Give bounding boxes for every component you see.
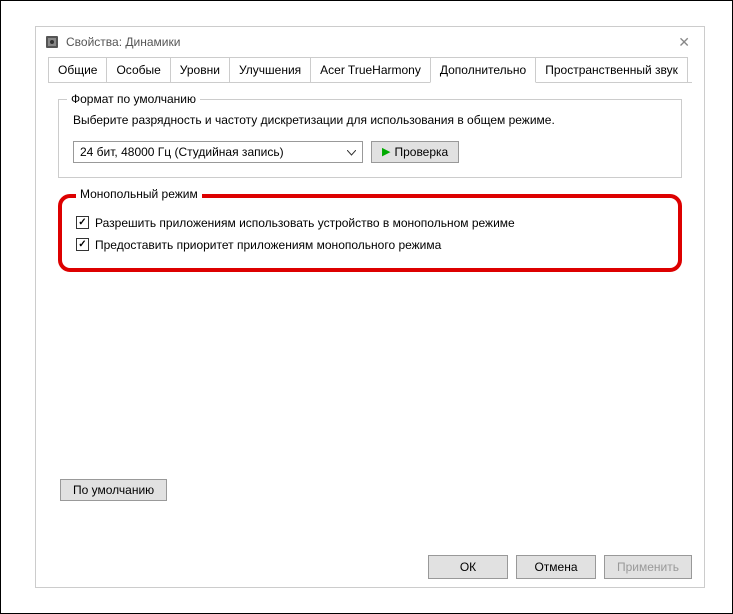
priority-exclusive-label: Предоставить приоритет приложениям моноп… [95, 238, 441, 252]
window-title: Свойства: Динамики [66, 35, 180, 49]
format-select[interactable]: 24 бит, 48000 Гц (Студийная запись) [73, 141, 363, 163]
exclusive-mode-legend: Монопольный режим [76, 187, 202, 201]
priority-exclusive-checkbox[interactable] [76, 238, 89, 251]
apply-button[interactable]: Применить [604, 555, 692, 579]
chevron-down-icon [347, 145, 356, 159]
test-button-label: Проверка [394, 145, 448, 159]
tab-general[interactable]: Общие [48, 57, 107, 82]
allow-exclusive-checkbox[interactable] [76, 216, 89, 229]
restore-defaults-button[interactable]: По умолчанию [60, 479, 167, 501]
test-button[interactable]: ▶ Проверка [371, 141, 459, 163]
default-format-text: Выберите разрядность и частоту дискретиз… [73, 112, 667, 129]
speaker-icon [44, 34, 60, 50]
tab-content: Формат по умолчанию Выберите разрядность… [48, 83, 692, 523]
play-icon: ▶ [382, 145, 390, 158]
allow-exclusive-label: Разрешить приложениям использовать устро… [95, 216, 515, 230]
tab-custom[interactable]: Особые [106, 57, 170, 82]
ok-button[interactable]: ОК [428, 555, 508, 579]
format-select-value: 24 бит, 48000 Гц (Студийная запись) [80, 145, 284, 159]
tabs: Общие Особые Уровни Улучшения Acer TrueH… [48, 57, 692, 83]
default-format-group: Формат по умолчанию Выберите разрядность… [58, 99, 682, 178]
titlebar: Свойства: Динамики ✕ [36, 27, 704, 57]
properties-dialog: Свойства: Динамики ✕ Общие Особые Уровни… [35, 26, 705, 588]
tab-enhancements[interactable]: Улучшения [229, 57, 311, 82]
close-icon[interactable]: ✕ [672, 32, 696, 53]
tab-spatial[interactable]: Пространственный звук [535, 57, 688, 82]
default-format-legend: Формат по умолчанию [67, 92, 200, 106]
tab-trueharmony[interactable]: Acer TrueHarmony [310, 57, 431, 82]
cancel-button[interactable]: Отмена [516, 555, 596, 579]
tab-advanced[interactable]: Дополнительно [430, 57, 536, 83]
dialog-footer: ОК Отмена Применить [428, 555, 692, 579]
exclusive-mode-group: Монопольный режим Разрешить приложениям … [58, 194, 682, 272]
tab-levels[interactable]: Уровни [170, 57, 230, 82]
